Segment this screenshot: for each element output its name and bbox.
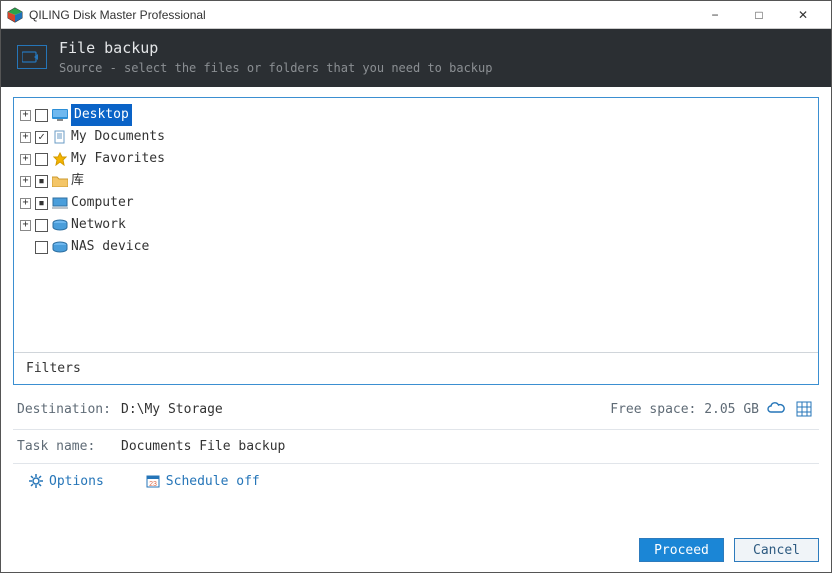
cancel-button[interactable]: Cancel [734,538,819,562]
calculator-icon[interactable] [793,399,815,419]
tree-item-label: Desktop [71,104,132,126]
taskname-value[interactable]: Documents File backup [121,439,285,454]
app-icon [7,7,23,23]
svg-text:23: 23 [149,481,157,488]
expand-icon[interactable]: + [20,220,31,231]
tree-item[interactable]: + My Favorites [20,148,814,170]
options-button[interactable]: Options [27,474,104,489]
expand-icon[interactable]: + [20,132,31,143]
gear-icon [27,474,45,488]
tree-item-label: Network [71,214,126,236]
destination-row: Destination: D:\My Storage Free space: 2… [13,385,819,430]
tree-checkbox[interactable] [35,109,48,122]
source-tree-panel: +Desktop+My Documents+My Favorites+库+Com… [13,97,819,385]
nas-icon [51,241,69,253]
destination-value[interactable]: D:\My Storage [121,402,223,417]
schedule-button[interactable]: 23 Schedule off [144,474,260,489]
tree-item[interactable]: + My Documents [20,126,814,148]
tree-item-label: 库 [71,170,84,192]
tree-checkbox[interactable] [35,175,48,188]
titlebar: QILING Disk Master Professional − □ ✕ [1,1,831,29]
close-button[interactable]: ✕ [781,1,825,29]
documents-icon [51,130,69,144]
tree-checkbox[interactable] [35,197,48,210]
tree-checkbox[interactable] [35,241,48,254]
tree-checkbox[interactable] [35,219,48,232]
star-icon [51,152,69,166]
window-title: QILING Disk Master Professional [29,8,693,22]
filters-label: Filters [26,361,81,376]
taskname-label: Task name: [17,439,121,454]
maximize-button[interactable]: □ [737,1,781,29]
tree-item-label: My Documents [71,126,165,148]
tree-item-label: NAS device [71,236,149,258]
calendar-icon: 23 [144,474,162,488]
destination-label: Destination: [17,402,121,417]
tree-item-label: My Favorites [71,148,165,170]
file-backup-icon [17,45,47,69]
expand-icon[interactable]: + [20,198,31,209]
page-subtitle: Source - select the files or folders tha… [59,61,492,75]
options-row: Options 23 Schedule off [13,464,819,498]
browse-cloud-icon[interactable] [765,399,787,419]
options-label: Options [49,474,104,489]
folder-icon [51,175,69,187]
dialog-footer: Proceed Cancel [1,532,831,572]
filters-row[interactable]: Filters [14,352,818,384]
tree-checkbox[interactable] [35,131,48,144]
schedule-label: Schedule off [166,474,260,489]
network-icon [51,219,69,231]
page-title: File backup [59,39,492,57]
tree-item[interactable]: + Computer [20,192,814,214]
expand-icon[interactable]: + [20,154,31,165]
tree-checkbox[interactable] [35,153,48,166]
taskname-row: Task name: Documents File backup [13,430,819,464]
free-space-label: Free space: 2.05 GB [610,402,759,417]
proceed-button[interactable]: Proceed [639,538,724,562]
source-tree[interactable]: +Desktop+My Documents+My Favorites+库+Com… [14,98,818,352]
tree-item[interactable]: + Desktop [20,104,814,126]
desktop-icon [51,109,69,121]
expand-icon[interactable]: + [20,176,31,187]
computer-icon [51,197,69,209]
minimize-button[interactable]: − [693,1,737,29]
tree-item[interactable]: NAS device [20,236,814,258]
expand-icon[interactable]: + [20,110,31,121]
page-header: File backup Source - select the files or… [1,29,831,87]
tree-item-label: Computer [71,192,134,214]
tree-item[interactable]: + Network [20,214,814,236]
tree-item[interactable]: +库 [20,170,814,192]
